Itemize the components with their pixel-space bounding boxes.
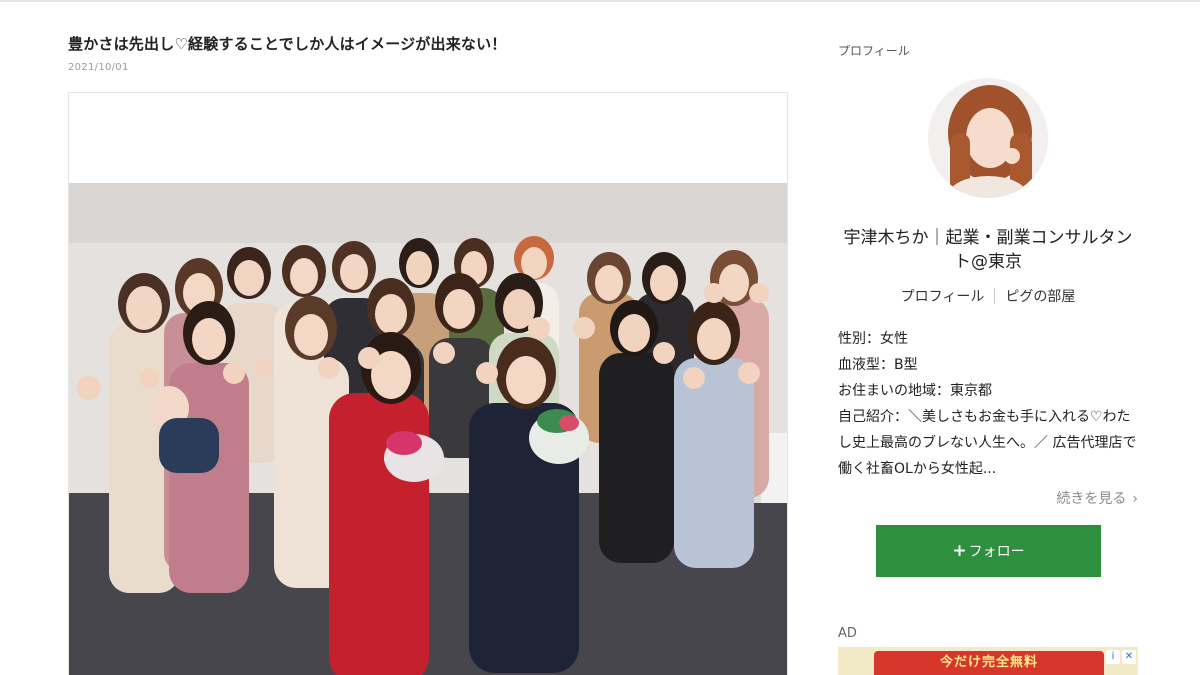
article-header: 豊かさは先出し♡経験することでしか人はイメージが出来ない！ 2021/10/01 — [68, 34, 788, 73]
article-image-frame — [68, 92, 788, 675]
group-photo[interactable] — [69, 183, 787, 675]
ad-label: AD — [838, 626, 857, 641]
article-date: 2021/10/01 — [68, 62, 129, 73]
sidebar-heading: プロフィール — [838, 44, 910, 58]
profile-link[interactable]: プロフィール — [901, 289, 985, 305]
read-more-link[interactable]: 続きを見る › — [1056, 488, 1138, 508]
read-more-label: 続きを見る — [1056, 491, 1127, 507]
ad-banner[interactable]: 今だけ完全無料 i ✕ — [838, 647, 1138, 675]
follow-label: フォロー — [968, 544, 1025, 560]
article-title[interactable]: 豊かさは先出し♡経験することでしか人はイメージが出来ない！ — [68, 34, 788, 54]
info-icon[interactable]: i — [1106, 650, 1120, 664]
profile-links: プロフィール ピグの部屋 — [838, 286, 1138, 306]
profile-info: 性別：女性 血液型：B型 お住まいの地域：東京都 自己紹介：＼美しさもお金も手に… — [838, 326, 1138, 482]
close-icon[interactable]: ✕ — [1122, 650, 1136, 664]
info-blood: 血液型：B型 — [838, 357, 918, 373]
info-gender: 性別：女性 — [838, 331, 908, 347]
link-divider — [994, 288, 996, 304]
profile-sidebar: プロフィール 宇津木ちか｜起業・副業コンサルタント@東京 プロフィール ピグの部屋… — [838, 0, 1138, 675]
plus-icon: + — [952, 541, 967, 561]
chevron-right-icon: › — [1132, 491, 1138, 507]
profile-name[interactable]: 宇津木ちか｜起業・副業コンサルタント@東京 — [838, 226, 1138, 274]
info-intro: 自己紹介：＼美しさもお金も手に入れる♡わたし史上最高のブレない人生へ。／ 広告代… — [838, 409, 1137, 477]
ad-controls: i ✕ — [1106, 650, 1136, 664]
room-link[interactable]: ピグの部屋 — [1005, 289, 1075, 305]
info-area: お住まいの地域：東京都 — [838, 383, 992, 399]
avatar[interactable] — [928, 78, 1048, 198]
follow-button[interactable]: + フォロー — [876, 525, 1101, 577]
ad-text: 今だけ完全無料 — [874, 651, 1104, 675]
